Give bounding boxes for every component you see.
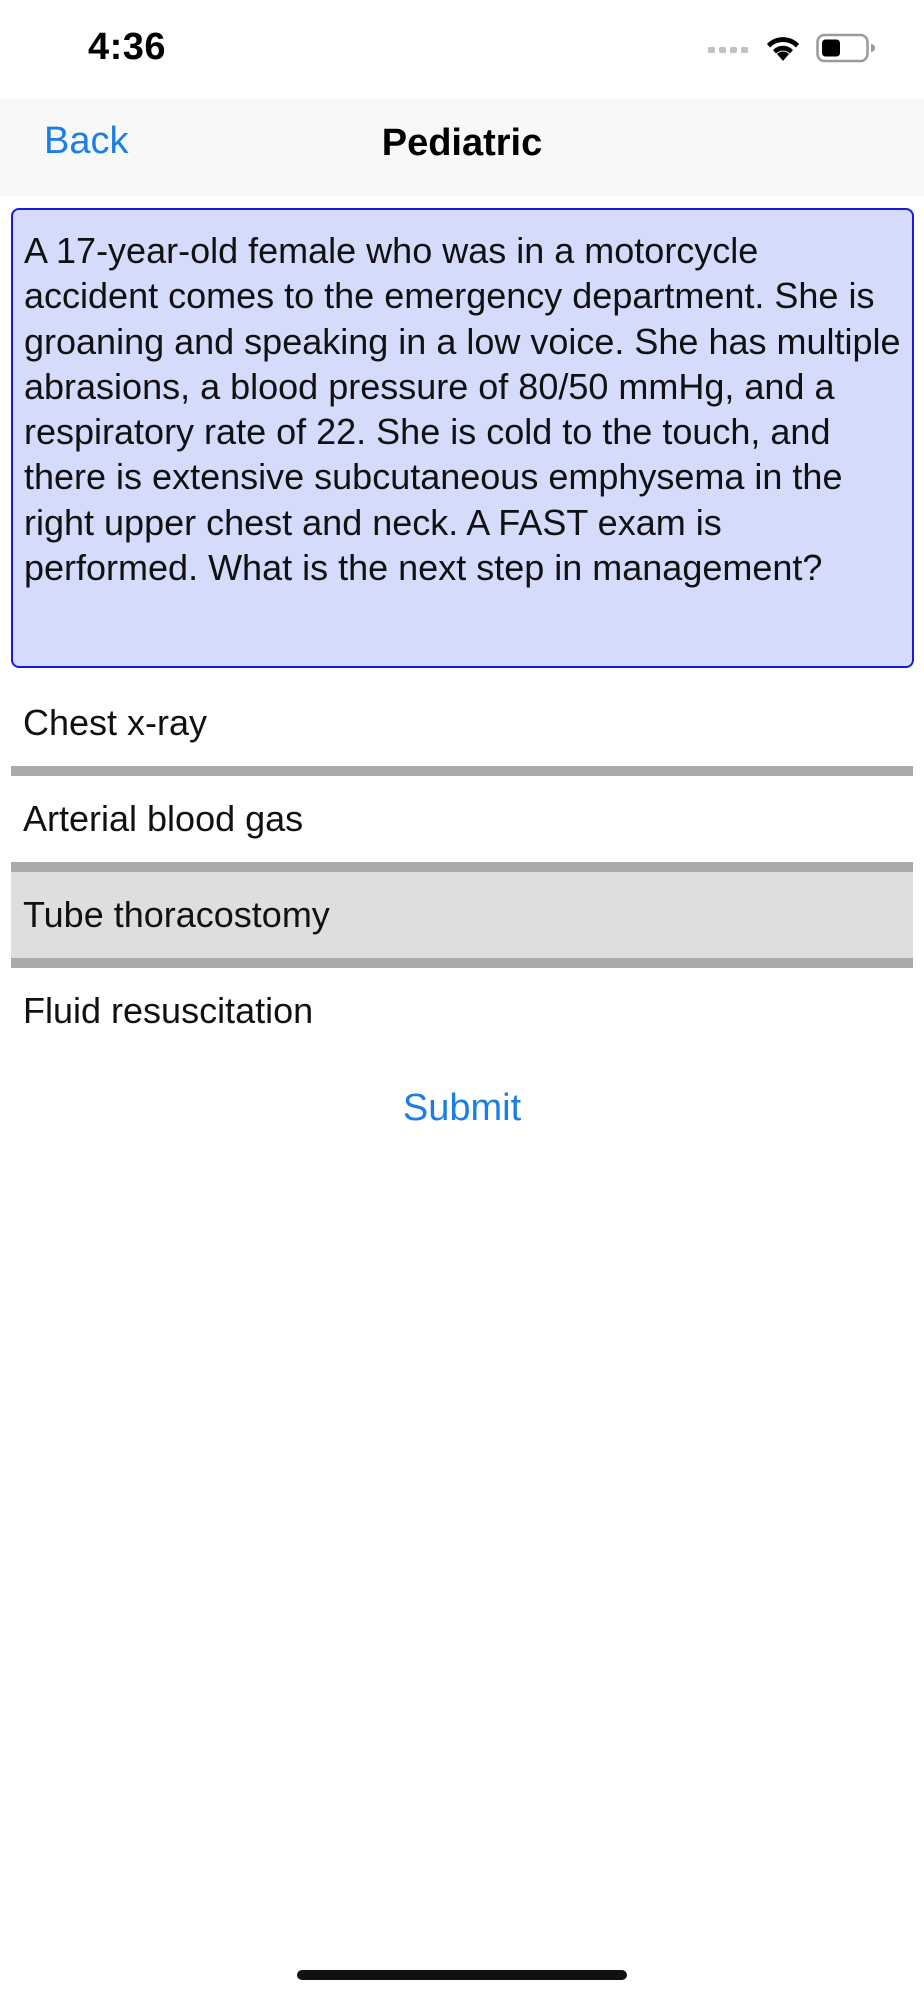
divider <box>11 766 913 776</box>
page-title: Pediatric <box>381 122 543 164</box>
battery-icon <box>816 33 876 68</box>
answer-list: Chest x-ray Arterial blood gas Tube thor… <box>11 680 913 1054</box>
question-text: A 17-year-old female who was in a motorc… <box>11 208 914 668</box>
navigation-bar: Pediatric Back <box>0 98 924 196</box>
cellular-signal-icon <box>708 41 750 60</box>
back-button[interactable]: Back <box>44 120 128 163</box>
answer-option-arterial-blood-gas[interactable]: Arterial blood gas <box>11 776 913 862</box>
divider <box>11 862 913 872</box>
answer-option-chest-x-ray[interactable]: Chest x-ray <box>11 680 913 766</box>
status-time: 4:36 <box>88 26 167 68</box>
submit-button[interactable]: Submit <box>0 1087 924 1130</box>
answer-option-tube-thoracostomy[interactable]: Tube thoracostomy <box>11 872 913 958</box>
answer-option-fluid-resuscitation[interactable]: Fluid resuscitation <box>11 968 913 1054</box>
home-indicator[interactable] <box>297 1970 627 1980</box>
wifi-icon <box>764 34 802 67</box>
divider <box>11 958 913 968</box>
status-bar: 4:36 <box>0 0 924 98</box>
status-icons <box>708 32 876 68</box>
